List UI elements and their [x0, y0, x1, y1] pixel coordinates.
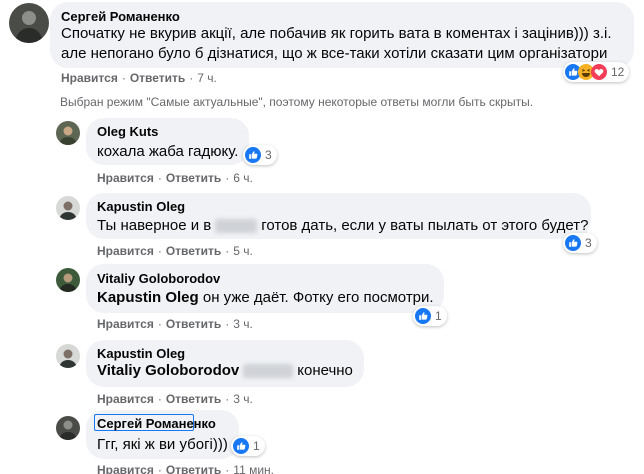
avatar[interactable]	[56, 268, 80, 292]
redacted-word	[243, 364, 294, 379]
comment-text: Ты наверное и в готов дать, если у ваты п…	[97, 216, 588, 236]
reaction-count: 1	[435, 309, 442, 323]
comment-text: але непогано було б дізнатися, що ж все-…	[61, 45, 608, 62]
timestamp[interactable]: 6 ч.	[233, 171, 253, 185]
reaction-count: 3	[265, 148, 272, 162]
reply-button[interactable]: Ответить	[166, 317, 221, 331]
avatar[interactable]	[56, 196, 80, 220]
avatar[interactable]	[56, 121, 80, 145]
reaction-count: 3	[585, 236, 592, 250]
comment-text-part: Ты наверное и в	[97, 217, 212, 234]
reaction-summary[interactable]: 3	[563, 233, 597, 253]
comment-actions: Нравится · Ответить · 7 ч.	[61, 71, 217, 85]
comment-author[interactable]: Kapustin Oleg	[97, 199, 185, 214]
reply-button[interactable]: Ответить	[166, 244, 221, 258]
reply-button[interactable]: Ответить	[166, 392, 221, 406]
love-icon	[591, 64, 607, 80]
avatar[interactable]	[9, 3, 49, 43]
reply-button[interactable]: Ответить	[166, 463, 221, 474]
comment-text: Ггг, які ж ви убогі)))	[97, 436, 228, 453]
timestamp[interactable]: 3 ч.	[233, 317, 253, 331]
comment-actions: Нравится · Ответить · 3 ч.	[97, 317, 253, 331]
reaction-summary[interactable]: 12	[563, 62, 630, 82]
like-icon	[245, 147, 261, 163]
reply-button[interactable]: Ответить	[130, 71, 185, 85]
comment-author[interactable]: Сергей Романенко	[97, 416, 216, 431]
reaction-summary[interactable]: 1	[231, 436, 265, 456]
avatar[interactable]	[56, 344, 80, 368]
timestamp[interactable]: 3 ч.	[233, 392, 253, 406]
comment-text-part: он уже даёт. Фотку его посмотри.	[202, 289, 434, 306]
reaction-count: 12	[611, 65, 625, 79]
comment-text: Спочатку не вкурив акції, але побачив як…	[61, 25, 612, 42]
like-icon	[415, 308, 431, 324]
comment-text: Vitaliy Goloborodov конечно	[97, 361, 353, 381]
comment-text: Kapustin Oleg он уже даёт. Фотку его пос…	[97, 288, 434, 308]
reaction-count: 1	[253, 439, 260, 453]
timestamp[interactable]: 11 мин.	[233, 463, 274, 474]
reaction-summary[interactable]: 3	[243, 145, 277, 165]
comment-actions: Нравится · Ответить · 5 ч.	[97, 244, 253, 258]
reaction-summary[interactable]: 1	[413, 306, 447, 326]
timestamp[interactable]: 5 ч.	[233, 244, 253, 258]
timestamp[interactable]: 7 ч.	[197, 71, 217, 85]
like-button[interactable]: Нравится	[97, 244, 154, 258]
reply-button[interactable]: Ответить	[166, 171, 221, 185]
mention-link[interactable]: Kapustin Oleg	[97, 289, 199, 306]
comment-text: кохала жаба гадюку.	[97, 143, 239, 160]
comment-text-part: готов дать, если у ваты пылать от этого …	[261, 217, 589, 234]
comment-actions: Нравится · Ответить · 6 ч.	[97, 171, 253, 185]
comment-actions: Нравится · Ответить · 3 ч.	[97, 392, 253, 406]
comment-author[interactable]: Сергей Романенко	[61, 9, 180, 24]
like-button[interactable]: Нравится	[97, 317, 154, 331]
comment-author[interactable]: Vitaliy Goloborodov	[97, 271, 220, 286]
comment-actions: Нравится · Ответить · 11 мин.	[97, 463, 274, 474]
comment-text-part: конечно	[297, 362, 353, 379]
like-icon	[565, 235, 581, 251]
mention-link[interactable]: Vitaliy Goloborodov	[97, 362, 239, 379]
like-icon	[233, 438, 249, 454]
like-button[interactable]: Нравится	[97, 171, 154, 185]
like-button[interactable]: Нравится	[97, 392, 154, 406]
comment-author[interactable]: Kapustin Oleg	[97, 346, 185, 361]
comment-author[interactable]: Oleg Kuts	[97, 124, 158, 139]
filter-notice: Выбран режим "Самые актуальные", поэтому…	[60, 95, 534, 109]
avatar[interactable]	[56, 416, 80, 440]
redacted-word	[215, 219, 258, 234]
like-button[interactable]: Нравится	[61, 71, 118, 85]
like-button[interactable]: Нравится	[97, 463, 154, 474]
